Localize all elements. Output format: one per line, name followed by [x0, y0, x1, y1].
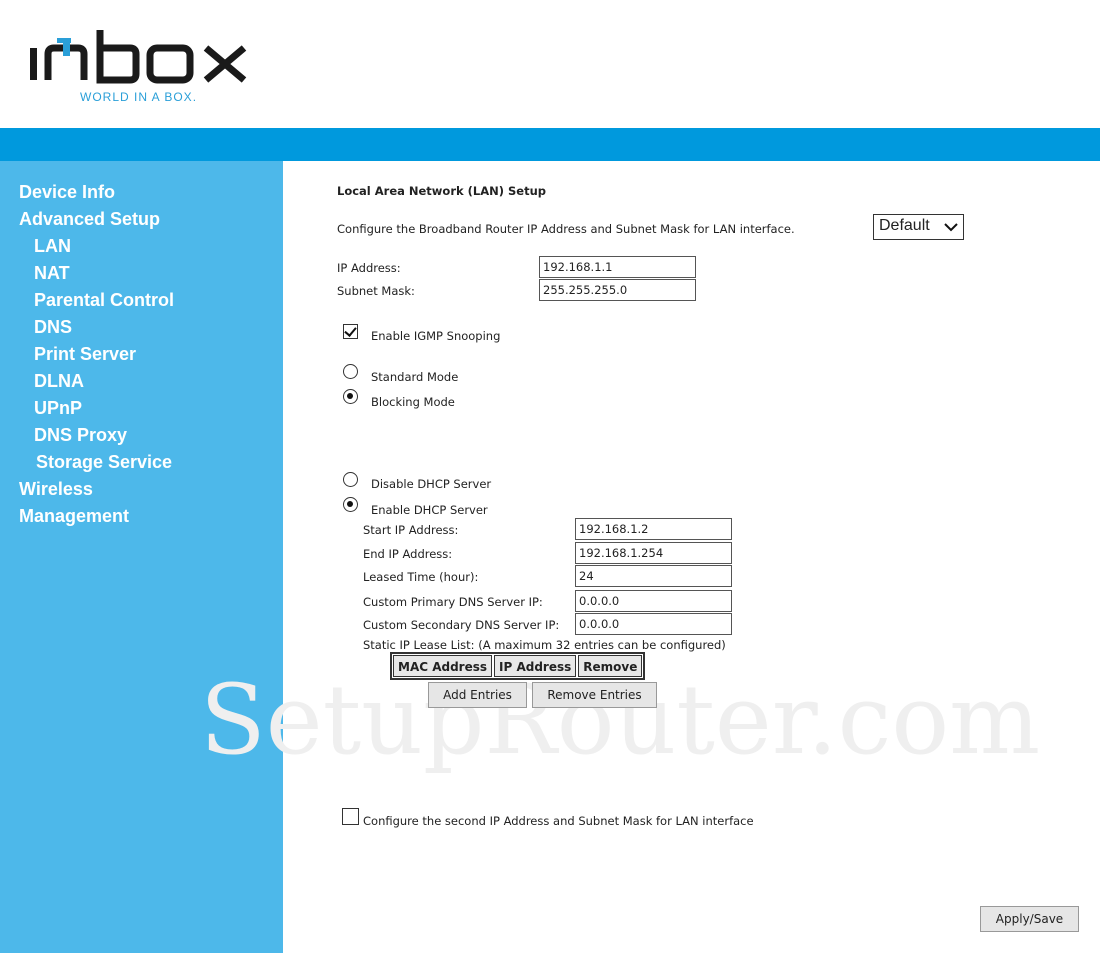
end-ip-label: End IP Address: — [363, 547, 453, 561]
page-title: Local Area Network (LAN) Setup — [337, 184, 547, 198]
sidebar-item-upnp[interactable]: UPnP — [0, 395, 283, 422]
igmp-snooping-label: Enable IGMP Snooping — [371, 329, 501, 343]
static-lease-label: Static IP Lease List: (A maximum 32 entr… — [363, 638, 726, 652]
primary-dns-label: Custom Primary DNS Server IP: — [363, 595, 543, 609]
enable-dhcp-label: Enable DHCP Server — [371, 503, 488, 517]
group-select[interactable]: Default — [873, 214, 964, 240]
column-header-mac: MAC Address — [393, 655, 493, 677]
standard-mode-label: Standard Mode — [371, 370, 459, 384]
sidebar-item-print-server[interactable]: Print Server — [0, 341, 283, 368]
leased-time-label: Leased Time (hour): — [363, 570, 479, 584]
second-ip-checkbox[interactable] — [342, 808, 359, 825]
column-header-remove: Remove — [578, 655, 643, 677]
leased-time-input[interactable]: 24 — [575, 565, 732, 587]
second-ip-label: Configure the second IP Address and Subn… — [363, 814, 754, 828]
add-entries-button[interactable]: Add Entries — [428, 682, 527, 708]
end-ip-input[interactable]: 192.168.1.254 — [575, 542, 732, 564]
sidebar-item-parental-control[interactable]: Parental Control — [0, 287, 283, 314]
secondary-dns-input[interactable]: 0.0.0.0 — [575, 613, 732, 635]
sidebar-item-wireless[interactable]: Wireless — [0, 476, 283, 503]
start-ip-label: Start IP Address: — [363, 523, 459, 537]
sidebar-item-advanced-setup[interactable]: Advanced Setup — [0, 206, 283, 233]
disable-dhcp-label: Disable DHCP Server — [371, 477, 492, 491]
start-ip-input[interactable]: 192.168.1.2 — [575, 518, 732, 540]
sidebar-item-nat[interactable]: NAT — [0, 260, 283, 287]
ip-address-label: IP Address: — [337, 261, 401, 275]
imbox-logo-mark — [30, 30, 247, 84]
sidebar-item-dns-proxy[interactable]: DNS Proxy — [0, 422, 283, 449]
sidebar-item-lan[interactable]: LAN — [0, 233, 283, 260]
subnet-mask-input[interactable]: 255.255.255.0 — [539, 279, 696, 301]
sidebar-item-management[interactable]: Management — [0, 503, 283, 530]
top-blue-bar — [0, 128, 1100, 161]
primary-dns-input[interactable]: 0.0.0.0 — [575, 590, 732, 612]
sidebar-item-device-info[interactable]: Device Info — [0, 179, 283, 206]
main-content: Local Area Network (LAN) Setup Configure… — [283, 161, 1100, 953]
apply-save-button[interactable]: Apply/Save — [980, 906, 1079, 932]
standard-mode-radio[interactable] — [343, 364, 358, 379]
sidebar: Device Info Advanced Setup LAN NAT Paren… — [0, 161, 283, 953]
secondary-dns-label: Custom Secondary DNS Server IP: — [363, 618, 560, 632]
disable-dhcp-radio[interactable] — [343, 472, 358, 487]
igmp-snooping-checkbox[interactable] — [343, 324, 358, 339]
group-select-value: Default — [879, 217, 930, 234]
chevron-down-icon — [944, 219, 958, 235]
sidebar-item-dns[interactable]: DNS — [0, 314, 283, 341]
column-header-ip: IP Address — [494, 655, 577, 677]
header: WORLD IN A BOX. — [0, 0, 1100, 128]
subnet-mask-label: Subnet Mask: — [337, 284, 415, 298]
blocking-mode-radio[interactable] — [343, 389, 358, 404]
remove-entries-button[interactable]: Remove Entries — [532, 682, 657, 708]
sidebar-item-dlna[interactable]: DLNA — [0, 368, 283, 395]
blocking-mode-label: Blocking Mode — [371, 395, 455, 409]
logo-tagline: WORLD IN A BOX. — [80, 90, 198, 104]
static-lease-table: MAC Address IP Address Remove — [390, 652, 646, 680]
ip-address-input[interactable]: 192.168.1.1 — [539, 256, 696, 278]
page-description: Configure the Broadband Router IP Addres… — [337, 222, 795, 236]
imbox-logo: WORLD IN A BOX. — [26, 24, 266, 108]
enable-dhcp-radio[interactable] — [343, 497, 358, 512]
sidebar-item-storage-service[interactable]: Storage Service — [0, 449, 283, 476]
